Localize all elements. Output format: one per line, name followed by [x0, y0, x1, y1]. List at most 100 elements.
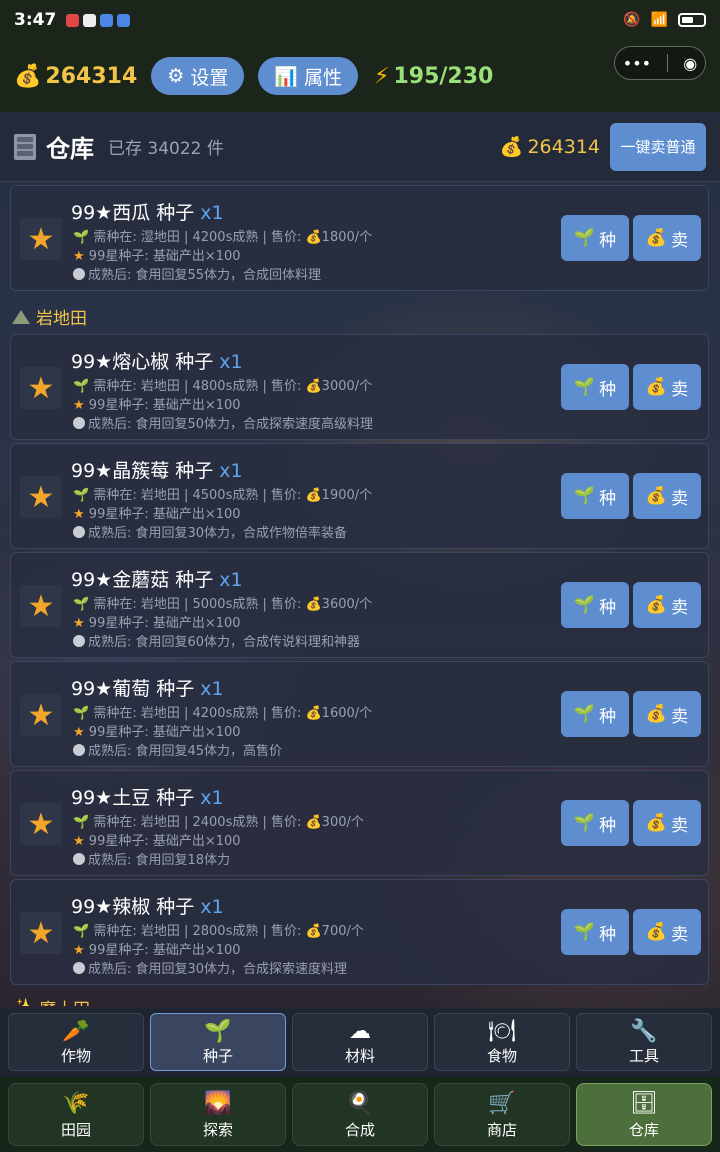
money-bag-icon: 💰 [499, 136, 524, 158]
nav-shop[interactable]: 🛒 商店 [434, 1083, 570, 1146]
sell-button[interactable]: 💰 卖 [633, 215, 701, 261]
sprout-icon: 🌱 [573, 377, 596, 397]
plant-button[interactable]: 🌱 种 [561, 473, 629, 519]
plant-button[interactable]: 🌱 种 [561, 582, 629, 628]
item-name: 99★葡萄 种子 x1 [71, 678, 224, 700]
sell-button[interactable]: 💰 卖 [633, 364, 701, 410]
plant-button[interactable]: 🌱 种 [561, 691, 629, 737]
item-star-info: ★ 99星种子: 基础产出×100 [73, 249, 241, 264]
nav-farm[interactable]: 🌾 田园 [8, 1083, 144, 1146]
cloud-icon [73, 744, 85, 756]
cloud-icon [73, 853, 85, 865]
item-qty: x1 [219, 351, 243, 373]
sell-button[interactable]: 💰 卖 [633, 473, 701, 519]
item-effect: 成熟后: 食用回复60体力，合成传说料理和神器 [73, 631, 360, 650]
tab-seeds[interactable]: 🌱 种子 [150, 1013, 286, 1071]
bottom-nav: 🌾 田园 🌄 探索 🍳 合成 🛒 商店 🗄 仓库 [0, 1077, 720, 1152]
item-qty: x1 [200, 787, 224, 809]
item-qty: x1 [200, 678, 224, 700]
nav-craft[interactable]: 🍳 合成 [292, 1083, 428, 1146]
sell-all-common-button[interactable]: 一键卖普通 [610, 122, 706, 171]
gear-icon: ⚙ [167, 65, 185, 87]
warehouse-gold: 💰 264314 [499, 135, 600, 159]
star-icon: ★ [73, 725, 85, 740]
item-info: 🌱 需种在: 岩地田 | 4800s成熟 | 售价: 💰3000/个 [73, 379, 373, 394]
chart-icon: 📊 [274, 65, 298, 88]
tab-tools[interactable]: 🔧 工具 [576, 1013, 712, 1071]
qq-icon [83, 13, 97, 27]
top-bar: 💰 264314 ⚙ 设置 📊 属性 ⚡ 195/230 ••• ◉ [0, 40, 720, 112]
item-list[interactable]: ★ 99★西瓜 种子 x1 🌱 需种在: 湿地田 | 4200s成熟 | 售价: … [0, 183, 720, 1006]
item-qty: x1 [200, 202, 224, 224]
item-name: 99★土豆 种子 x1 [71, 787, 224, 809]
cloud-icon [73, 962, 85, 974]
tab-food[interactable]: 🍽 食物 [434, 1013, 570, 1071]
plant-button[interactable]: 🌱 种 [561, 364, 629, 410]
wifi-icon: 📶 [650, 12, 668, 28]
cloud-icon [73, 635, 85, 647]
list-item: ★ 99★土豆 种子 x1 🌱 需种在: 岩地田 | 2400s成熟 | 售价: … [10, 770, 709, 876]
item-effect: 成熟后: 食用回复30体力，合成作物倍率装备 [73, 522, 347, 541]
plant-button[interactable]: 🌱 种 [561, 800, 629, 846]
close-target-icon[interactable]: ◉ [683, 54, 697, 73]
sell-button[interactable]: 💰 卖 [633, 691, 701, 737]
sparkle-icon: ✨ [12, 998, 33, 1007]
sprout-icon: 🌱 [73, 706, 90, 721]
star-icon: ★ [20, 585, 62, 627]
sprout-icon: 🌱 [573, 813, 596, 833]
item-qty: x1 [219, 569, 243, 591]
section-header: 岩地田 [12, 304, 87, 329]
tab-label: 材料 [344, 1046, 375, 1065]
sprout-icon: 🌱 [573, 486, 596, 506]
sprout-icon: 🌱 [73, 488, 90, 503]
sprout-icon: 🌱 [204, 1018, 232, 1044]
app-notification-icon [66, 13, 80, 27]
money-bag-icon: 💰 [645, 922, 668, 942]
star-icon: ★ [20, 694, 62, 736]
section-header: ✨ 魔土田 [12, 995, 90, 1007]
item-effect: 成熟后: 食用回复55体力，合成回体料理 [73, 264, 321, 283]
wrench-icon: 🔧 [630, 1018, 658, 1044]
tab-label: 作物 [60, 1046, 91, 1065]
settings-button[interactable]: ⚙ 设置 [151, 57, 245, 95]
star-icon: ★ [20, 367, 62, 409]
item-info: 🌱 需种在: 湿地田 | 4200s成熟 | 售价: 💰1800/个 [73, 230, 373, 245]
gold-display: 💰 264314 [14, 64, 137, 89]
nav-explore[interactable]: 🌄 探索 [150, 1083, 286, 1146]
sell-button[interactable]: 💰 卖 [633, 800, 701, 846]
list-item: ★ 99★熔心椒 种子 x1 🌱 需种在: 岩地田 | 4800s成熟 | 售价:… [10, 334, 709, 440]
item-qty: x1 [219, 460, 243, 482]
star-icon: ★ [73, 616, 85, 631]
money-bag-icon: 💰 [645, 595, 668, 615]
item-qty: x1 [200, 896, 224, 918]
miniprogram-capsule: ••• ◉ [614, 46, 706, 80]
category-tabs: 🥕 作物 🌱 种子 ☁ 材料 🍽 食物 🔧 工具 [0, 1008, 720, 1076]
nav-label: 探索 [202, 1121, 233, 1139]
status-bar: 3:47 🔕 📶 [0, 0, 720, 40]
tab-label: 工具 [628, 1046, 659, 1065]
list-item: ★ 99★金蘑菇 种子 x1 🌱 需种在: 岩地田 | 5000s成熟 | 售价:… [10, 552, 709, 658]
tab-crops[interactable]: 🥕 作物 [8, 1013, 144, 1071]
energy-value: 195/230 [393, 63, 494, 89]
more-icon[interactable]: ••• [623, 54, 651, 73]
item-star-info: ★ 99星种子: 基础产出×100 [73, 943, 241, 958]
plant-button[interactable]: 🌱 种 [561, 215, 629, 261]
money-bag-icon: 💰 [645, 377, 668, 397]
sprout-icon: 🌱 [73, 379, 90, 394]
landscape-icon: 🌄 [204, 1091, 232, 1116]
nav-label: 商店 [486, 1121, 517, 1139]
attributes-button[interactable]: 📊 属性 [258, 57, 359, 95]
cabinet-icon [14, 133, 36, 160]
star-icon: ★ [73, 507, 85, 522]
plant-button[interactable]: 🌱 种 [561, 909, 629, 955]
gold-value: 264314 [45, 63, 138, 89]
sell-button[interactable]: 💰 卖 [633, 582, 701, 628]
sell-button[interactable]: 💰 卖 [633, 909, 701, 955]
list-item: ★ 99★辣椒 种子 x1 🌱 需种在: 岩地田 | 2800s成熟 | 售价: … [10, 879, 709, 985]
nav-warehouse[interactable]: 🗄 仓库 [576, 1083, 712, 1146]
cloud-icon: ☁ [349, 1018, 371, 1044]
money-bag-icon: 💰 [645, 704, 668, 724]
tab-materials[interactable]: ☁ 材料 [292, 1013, 428, 1071]
sprout-icon: 🌱 [73, 597, 90, 612]
status-time: 3:47 [14, 10, 57, 30]
